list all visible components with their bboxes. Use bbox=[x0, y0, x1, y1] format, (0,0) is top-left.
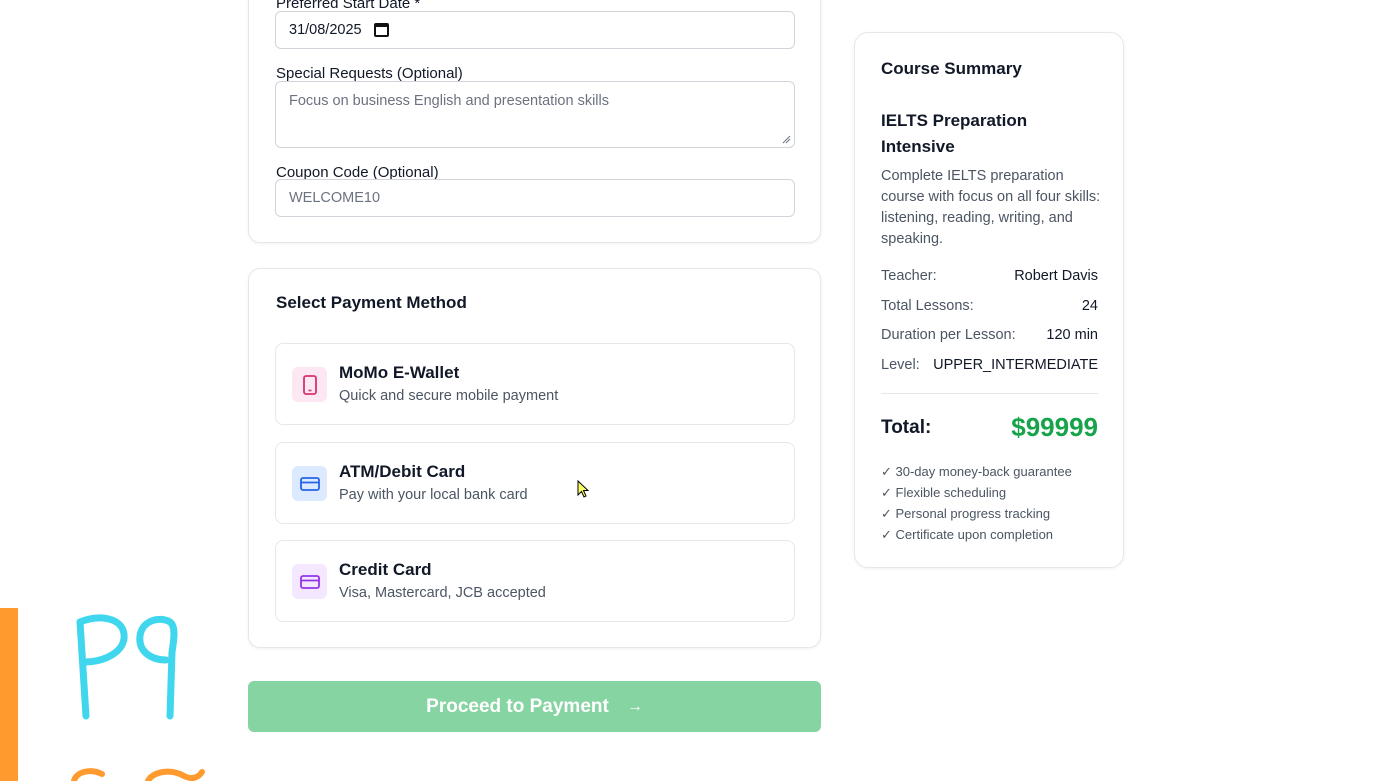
summary-row-teacher: Teacher: Robert Davis bbox=[881, 268, 1098, 284]
row-key: Total Lessons: bbox=[881, 298, 974, 314]
payment-section-title: Select Payment Method bbox=[276, 293, 467, 312]
orange-doodle-bar bbox=[0, 608, 18, 781]
booking-form-card: Preferred Start Date * 31/08/2025 Specia… bbox=[248, 0, 821, 243]
payment-option-desc: Visa, Mastercard, JCB accepted bbox=[339, 585, 546, 601]
row-key: Level: bbox=[881, 357, 920, 373]
summary-row-duration: Duration per Lesson: 120 min bbox=[881, 327, 1098, 343]
coupon-placeholder: WELCOME10 bbox=[289, 190, 381, 206]
summary-title: Course Summary bbox=[881, 59, 1022, 78]
payment-option-name: Credit Card bbox=[339, 560, 432, 579]
total-row: Total: $99999 bbox=[881, 412, 1098, 443]
course-description: Complete IELTS preparation course with f… bbox=[881, 168, 1101, 247]
row-value: 24 bbox=[1081, 298, 1098, 314]
resize-grip-icon[interactable] bbox=[782, 135, 791, 144]
payment-option-credit[interactable]: Credit Card Visa, Mastercard, JCB accept… bbox=[275, 540, 795, 622]
payment-option-desc: Quick and secure mobile payment bbox=[339, 388, 559, 404]
special-requests-label: Special Requests (Optional) bbox=[276, 65, 463, 82]
feature-list: ✓ 30-day money-back guarantee ✓ Flexible… bbox=[881, 461, 1072, 545]
card-icon bbox=[292, 564, 327, 599]
payment-option-desc: Pay with your local bank card bbox=[339, 487, 528, 503]
summary-row-lessons: Total Lessons: 24 bbox=[881, 298, 1098, 314]
calendar-icon[interactable] bbox=[373, 23, 389, 37]
total-label: Total: bbox=[881, 416, 932, 438]
total-value: $99999 bbox=[1011, 412, 1098, 442]
special-requests-value: Focus on business English and presentati… bbox=[289, 93, 609, 109]
start-date-input[interactable]: 31/08/2025 bbox=[275, 11, 795, 49]
course-summary-card: Course Summary IELTS Preparation Intensi… bbox=[854, 32, 1124, 568]
course-title: IELTS Preparation Intensive bbox=[881, 111, 1028, 156]
phone-icon bbox=[292, 367, 327, 402]
payment-option-atm[interactable]: ATM/Debit Card Pay with your local bank … bbox=[275, 442, 795, 524]
proceed-label: Proceed to Payment bbox=[426, 695, 609, 717]
summary-divider bbox=[881, 393, 1098, 394]
coupon-input[interactable]: WELCOME10 bbox=[275, 179, 795, 217]
row-key: Teacher: bbox=[881, 268, 937, 284]
feature-item: ✓ Personal progress tracking bbox=[881, 506, 1051, 521]
mouse-cursor-icon bbox=[577, 480, 590, 498]
handwritten-doodle bbox=[71, 614, 205, 781]
feature-item: ✓ Flexible scheduling bbox=[881, 485, 1007, 500]
payment-option-momo[interactable]: MoMo E-Wallet Quick and secure mobile pa… bbox=[275, 343, 795, 425]
row-key: Duration per Lesson: bbox=[881, 327, 1016, 343]
start-date-value: 31/08/2025 bbox=[289, 22, 362, 38]
special-requests-textarea[interactable]: Focus on business English and presentati… bbox=[275, 81, 795, 148]
feature-item: ✓ Certificate upon completion bbox=[881, 527, 1054, 542]
summary-row-level: Level: UPPER_INTERMEDIATE bbox=[881, 357, 1098, 373]
row-value: UPPER_INTERMEDIATE bbox=[933, 357, 1098, 373]
proceed-to-payment-button[interactable]: Proceed to Payment → bbox=[248, 681, 821, 732]
row-value: Robert Davis bbox=[1014, 268, 1098, 284]
payment-option-name: ATM/Debit Card bbox=[339, 462, 466, 481]
payment-method-card: Select Payment Method MoMo E-Wallet Quic… bbox=[248, 268, 821, 648]
arrow-right-icon: → bbox=[626, 697, 643, 715]
payment-option-name: MoMo E-Wallet bbox=[339, 363, 460, 382]
card-icon bbox=[292, 466, 327, 501]
feature-item: ✓ 30-day money-back guarantee bbox=[881, 464, 1072, 479]
row-value: 120 min bbox=[1046, 327, 1098, 343]
